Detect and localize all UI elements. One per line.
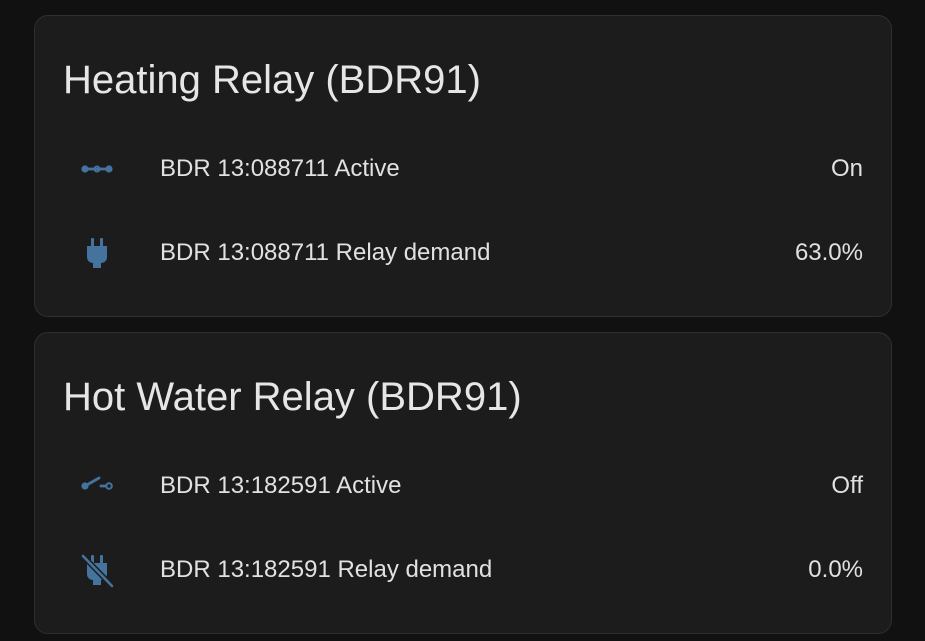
entity-state: Off [831,472,863,499]
switch-closed-icon [77,149,117,189]
entity-name: BDR 13:182591 Relay demand [160,556,493,583]
entity-state: 0.0% [808,556,863,583]
entity-name: BDR 13:088711 Relay demand [160,239,491,266]
switch-open-icon [77,466,117,506]
entity-row-hotwater-demand[interactable]: BDR 13:182591 Relay demand 0.0% [35,542,891,598]
entity-state: On [830,155,863,182]
card-title: Hot Water Relay (BDR91) [63,375,522,419]
heating-relay-card: Heating Relay (BDR91) BDR 13:088711 Acti… [34,15,892,317]
entity-row-heating-demand[interactable]: BDR 13:088711 Relay demand 63.0% [35,225,891,281]
entity-state: 63.0% [794,239,863,266]
card-title: Heating Relay (BDR91) [63,58,481,102]
power-plug-off-icon [77,550,117,590]
hot-water-relay-card: Hot Water Relay (BDR91) BDR 13:182591 Ac… [34,332,892,634]
entity-name: BDR 13:182591 Active [160,472,402,499]
entity-row-hotwater-active[interactable]: BDR 13:182591 Active Off [35,458,891,514]
power-plug-icon [77,233,117,273]
entity-row-heating-active[interactable]: BDR 13:088711 Active On [35,141,891,197]
entity-name: BDR 13:088711 Active [160,155,400,182]
